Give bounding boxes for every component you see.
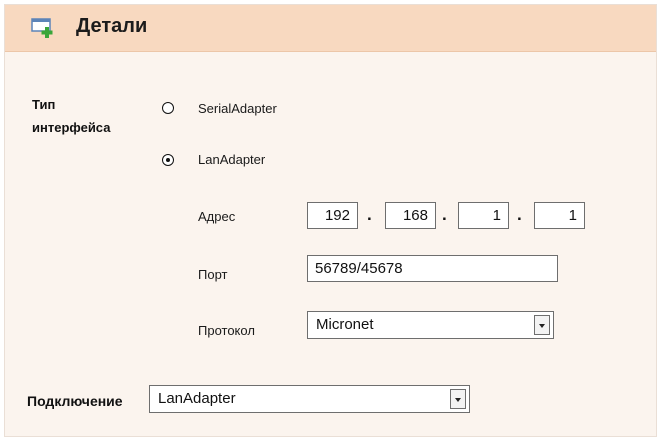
connection-label: Подключение — [27, 393, 123, 409]
serial-adapter-label[interactable]: SerialAdapter — [198, 101, 277, 116]
ip-octet-1-input[interactable]: 192 — [307, 202, 358, 229]
interface-type-label-line1: Тип — [32, 97, 56, 112]
port-input[interactable]: 56789/45678 — [307, 255, 558, 282]
radio-serial-adapter[interactable] — [162, 102, 174, 114]
ip-separator: . — [442, 205, 447, 224]
chevron-down-icon[interactable] — [450, 389, 466, 409]
interface-type-label-line2: интерфейса — [32, 120, 111, 135]
chevron-down-icon[interactable] — [534, 315, 550, 335]
ip-octet-4-input[interactable]: 1 — [534, 202, 585, 229]
ip-octet-3-input[interactable]: 1 — [458, 202, 509, 229]
radio-lan-adapter[interactable] — [162, 154, 174, 166]
connection-select-value: LanAdapter — [158, 390, 236, 407]
window-add-icon — [31, 18, 57, 38]
ip-separator: . — [367, 205, 372, 224]
lan-adapter-label[interactable]: LanAdapter — [198, 152, 265, 167]
protocol-label: Протокол — [198, 323, 255, 338]
port-label: Порт — [198, 267, 228, 282]
protocol-select-value: Micronet — [316, 316, 374, 333]
details-panel: Детали Тип интерфейса SerialAdapter LanA… — [4, 4, 657, 437]
ip-separator: . — [517, 205, 522, 224]
panel-title: Детали — [76, 15, 148, 37]
ip-octet-2-input[interactable]: 168 — [385, 202, 436, 229]
address-label: Адрес — [198, 209, 236, 224]
panel-header: Детали — [5, 5, 656, 52]
protocol-select[interactable]: Micronet — [307, 311, 554, 339]
connection-select[interactable]: LanAdapter — [149, 385, 470, 413]
